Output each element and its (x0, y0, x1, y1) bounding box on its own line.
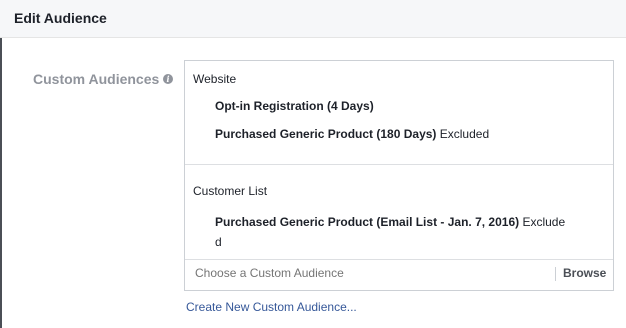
custom-audiences-label: Custom Audiences (33, 71, 160, 87)
choose-audience-input[interactable] (195, 266, 535, 280)
audience-name: Purchased Generic Product (Email List - … (215, 215, 520, 229)
create-custom-audience-link[interactable]: Create New Custom Audience... (186, 300, 357, 314)
audience-chooser: Browse (185, 259, 613, 290)
audience-token[interactable]: Purchased Generic Product (180 Days) Exc… (215, 124, 575, 144)
audience-name: Purchased Generic Product (180 Days) (215, 127, 437, 141)
group-label: Website (193, 72, 237, 86)
info-icon[interactable]: i (163, 74, 173, 84)
excluded-status: Excluded (439, 127, 490, 141)
audience-token[interactable]: Purchased Generic Product (Email List - … (215, 212, 571, 252)
window-edge (0, 0, 2, 328)
group-label: Customer List (193, 184, 268, 198)
custom-audience-selector: Website Opt-in Registration (4 Days) Pur… (184, 60, 614, 291)
audience-group-website: Website Opt-in Registration (4 Days) Pur… (185, 61, 613, 165)
dialog-header: Edit Audience (0, 0, 626, 38)
audience-token[interactable]: Opt-in Registration (4 Days) (215, 96, 575, 116)
chooser-divider (555, 267, 556, 281)
dialog-title: Edit Audience (14, 10, 107, 26)
audience-name: Opt-in Registration (4 Days) (215, 99, 374, 113)
audience-group-customer-list: Customer List Purchased Generic Product … (185, 164, 613, 260)
browse-button[interactable]: Browse (563, 266, 606, 280)
